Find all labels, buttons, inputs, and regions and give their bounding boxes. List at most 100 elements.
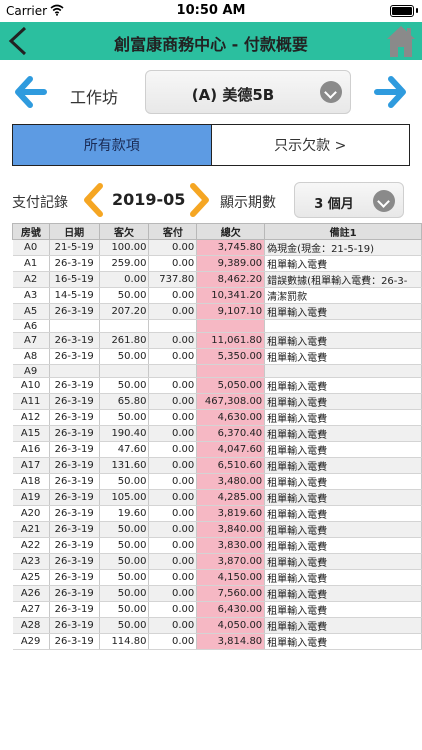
col-header-date: 日期 — [48, 223, 100, 240]
cell-room: A0 — [12, 239, 50, 256]
table-row[interactable]: A7 26-3-19 261.80 0.00 11,061.80 租單輸入電費 — [12, 332, 422, 349]
cell-paid: 0.00 — [148, 303, 198, 320]
table-row[interactable]: A0 21-5-19 100.00 0.00 3,745.80 偽現金(現金：21-5-1… — [12, 239, 422, 256]
cell-total: 5,050.00 — [196, 377, 266, 394]
cell-note: 租單輸入電費 — [264, 601, 422, 618]
table-row[interactable]: A19 26-3-19 105.00 0.00 4,285.00 租單輸入電費 — [12, 489, 422, 506]
cell-date: 26-3-19 — [49, 505, 100, 522]
battery-tip — [416, 8, 418, 13]
cell-date — [49, 364, 100, 378]
table-row[interactable]: A2 16-5-19 0.00 737.80 8,462.20 錯誤數據(租單輸入電費：2… — [12, 271, 422, 288]
cell-paid: 0.00 — [148, 569, 198, 586]
workshop-select[interactable]: (A) 美德5B — [145, 70, 351, 114]
period-selected-value: 3 個月 — [314, 197, 354, 212]
cell-date: 26-3-19 — [49, 553, 100, 570]
cell-total: 3,830.00 — [196, 537, 266, 554]
cell-paid: 0.00 — [148, 409, 198, 426]
cell-note: 租單輸入電費 — [264, 505, 422, 522]
cell-owed: 50.00 — [99, 569, 150, 586]
cell-paid: 0.00 — [148, 585, 198, 602]
table-row[interactable]: A16 26-3-19 47.60 0.00 4,047.60 租單輸入電費 — [12, 441, 422, 458]
cell-owed: 65.80 — [99, 393, 150, 410]
table-row[interactable]: A6 — [12, 319, 422, 333]
cell-date: 26-3-19 — [49, 617, 100, 634]
table-row[interactable]: A26 26-3-19 50.00 0.00 7,560.00 租單輸入電費 — [12, 585, 422, 602]
table-row[interactable]: A12 26-3-19 50.00 0.00 4,630.00 租單輸入電費 — [12, 409, 422, 426]
cell-room: A7 — [12, 332, 50, 349]
table-row[interactable]: A10 26-3-19 50.00 0.00 5,050.00 租單輸入電費 — [12, 377, 422, 394]
cell-owed: 261.80 — [99, 332, 150, 349]
cell-room: A20 — [12, 505, 50, 522]
table-header-row: 房號 日期 客欠 客付 總欠 備註1 — [12, 223, 422, 240]
cell-paid: 0.00 — [148, 633, 198, 650]
cell-date: 26-3-19 — [49, 585, 100, 602]
workshop-selected-value: (A) 美德5B — [191, 86, 275, 104]
cell-paid: 0.00 — [148, 287, 198, 304]
cell-note: 租單輸入電費 — [264, 393, 422, 410]
chevron-down-icon — [373, 190, 395, 212]
cell-paid: 0.00 — [148, 393, 198, 410]
arrow-right-icon[interactable] — [371, 74, 409, 110]
cell-note — [264, 319, 422, 333]
table-row[interactable]: A11 26-3-19 65.80 0.00 467,308.00 租單輸入電費 — [12, 393, 422, 410]
tab-arrears-only[interactable]: 只示欠款 > — [211, 125, 409, 165]
cell-owed: 50.00 — [99, 521, 150, 538]
table-row[interactable]: A28 26-3-19 50.00 0.00 4,050.00 租單輸入電費 — [12, 617, 422, 634]
status-bar: Carrier 10:50 AM — [0, 0, 422, 22]
cell-paid: 0.00 — [148, 255, 198, 272]
cell-owed: 47.60 — [99, 441, 150, 458]
cell-owed: 50.00 — [99, 287, 150, 304]
table-row[interactable]: A3 14-5-19 50.00 0.00 10,341.20 清潔罰款 — [12, 287, 422, 304]
table-row[interactable]: A21 26-3-19 50.00 0.00 3,840.00 租單輸入電費 — [12, 521, 422, 538]
cell-paid: 0.00 — [148, 239, 198, 256]
cell-date: 26-3-19 — [49, 441, 100, 458]
cell-date: 26-3-19 — [49, 601, 100, 618]
cell-date: 26-3-19 — [49, 255, 100, 272]
cell-paid: 0.00 — [148, 473, 198, 490]
cell-total: 3,480.00 — [196, 473, 266, 490]
cell-room: A17 — [12, 457, 50, 474]
cell-date: 26-3-19 — [49, 633, 100, 650]
table-row[interactable]: A29 26-3-19 114.80 0.00 3,814.80 租單輸入電費 — [12, 633, 422, 650]
filter-tabs: 所有款項 只示欠款 > — [12, 124, 410, 166]
cell-date: 26-3-19 — [49, 409, 100, 426]
cell-total: 10,341.20 — [196, 287, 266, 304]
cell-paid: 0.00 — [148, 505, 198, 522]
cell-room: A18 — [12, 473, 50, 490]
cell-total: 3,870.00 — [196, 553, 266, 570]
cell-room: A9 — [12, 364, 50, 378]
arrow-left-icon[interactable] — [12, 74, 50, 110]
cell-note: 清潔罰款 — [264, 287, 422, 304]
col-header-room: 房號 — [12, 223, 50, 240]
cell-total: 6,370.40 — [196, 425, 266, 442]
table-row[interactable]: A20 26-3-19 19.60 0.00 3,819.60 租單輸入電費 — [12, 505, 422, 522]
table-row[interactable]: A23 26-3-19 50.00 0.00 3,870.00 租單輸入電費 — [12, 553, 422, 570]
cell-note: 偽現金(現金：21-5-19) — [264, 239, 422, 256]
cell-note: 租單輸入電費 — [264, 457, 422, 474]
cell-date: 26-3-19 — [49, 569, 100, 586]
home-icon[interactable] — [386, 25, 416, 58]
table-row[interactable]: A25 26-3-19 50.00 0.00 4,150.00 租單輸入電費 — [12, 569, 422, 586]
table-row[interactable]: A15 26-3-19 190.40 0.00 6,370.40 租單輸入電費 — [12, 425, 422, 442]
period-select[interactable]: 3 個月 — [294, 182, 404, 218]
table-row[interactable]: A1 26-3-19 259.00 0.00 9,389.00 租單輸入電費 — [12, 255, 422, 272]
table-row[interactable]: A9 — [12, 364, 422, 378]
chevron-left-icon[interactable] — [80, 182, 106, 218]
cell-owed: 50.00 — [99, 601, 150, 618]
tab-all-payments[interactable]: 所有款項 — [13, 125, 212, 165]
cell-note: 租單輸入電費 — [264, 537, 422, 554]
cell-total: 4,285.00 — [196, 489, 266, 506]
cell-total: 7,560.00 — [196, 585, 266, 602]
table-row[interactable]: A22 26-3-19 50.00 0.00 3,830.00 租單輸入電費 — [12, 537, 422, 554]
table-row[interactable]: A18 26-3-19 50.00 0.00 3,480.00 租單輸入電費 — [12, 473, 422, 490]
cell-room: A23 — [12, 553, 50, 570]
cell-paid: 0.00 — [148, 553, 198, 570]
table-row[interactable]: A17 26-3-19 131.60 0.00 6,510.60 租單輸入電費 — [12, 457, 422, 474]
table-row[interactable]: A27 26-3-19 50.00 0.00 6,430.00 租單輸入電費 — [12, 601, 422, 618]
chevron-right-icon[interactable] — [187, 182, 213, 218]
table-body: A0 21-5-19 100.00 0.00 3,745.80 偽現金(現金：21-5-1… — [12, 239, 422, 650]
table-row[interactable]: A8 26-3-19 50.00 0.00 5,350.00 租單輸入電費 — [12, 348, 422, 365]
cell-owed: 50.00 — [99, 377, 150, 394]
cell-room: A16 — [12, 441, 50, 458]
table-row[interactable]: A5 26-3-19 207.20 0.00 9,107.10 租單輸入電費 — [12, 303, 422, 320]
